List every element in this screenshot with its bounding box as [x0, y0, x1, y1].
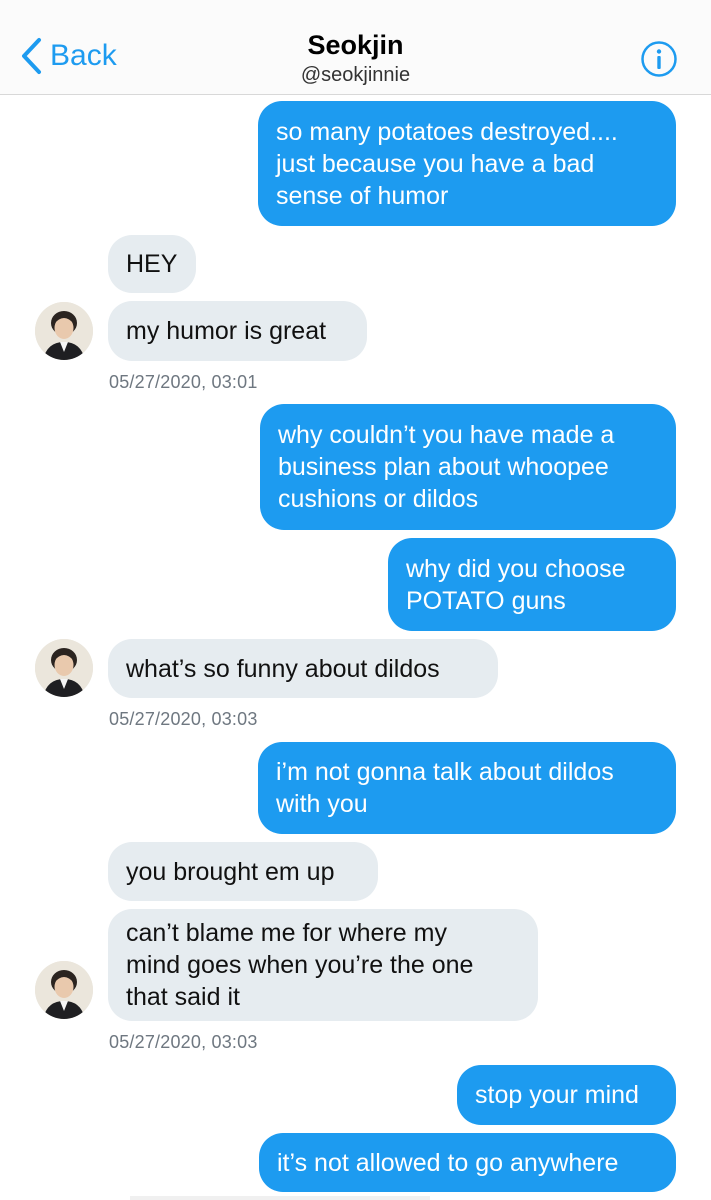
message-line: business plan about whoopee: [278, 453, 609, 481]
conversation-header: Back Seokjin @seokjinnie: [0, 0, 711, 95]
received-message-bubble[interactable]: you brought em up: [108, 842, 378, 901]
contact-handle: @seokjinnie: [300, 64, 411, 86]
message-line: cushions or dildos: [278, 485, 479, 513]
message-line: it’s not allowed to go anywhere: [277, 1148, 619, 1177]
message-line: sense of humor: [276, 181, 449, 210]
info-icon[interactable]: [640, 40, 678, 78]
contact-avatar[interactable]: [35, 639, 93, 697]
message-line: what’s so funny about dildos: [126, 654, 440, 683]
sent-message-bubble[interactable]: why couldn’t you have made a business pl…: [260, 404, 676, 530]
message-line: mind goes when you’re the one: [126, 951, 474, 979]
message-line: HEY: [126, 250, 178, 278]
sent-message-bubble[interactable]: stop your mind: [457, 1065, 676, 1125]
message-line: so many potatoes destroyed....: [276, 117, 618, 146]
contact-name: Seokjin: [307, 30, 404, 60]
sent-message-bubble[interactable]: i’m not gonna talk about dildos with you: [258, 742, 676, 834]
message-line: just because you have a bad: [276, 149, 595, 178]
sent-message-bubble[interactable]: so many potatoes destroyed.... just beca…: [258, 101, 676, 226]
message-line: my humor is great: [126, 317, 327, 345]
sent-message-bubble[interactable]: it’s not allowed to go anywhere: [259, 1133, 676, 1192]
received-message-bubble[interactable]: HEY: [108, 235, 196, 293]
sent-message-bubble[interactable]: why did you choose POTATO guns: [388, 538, 676, 631]
message-line: that said it: [126, 983, 240, 1011]
message-line: with you: [276, 790, 368, 818]
divider: [130, 1196, 430, 1200]
message-line: you brought em up: [126, 857, 335, 886]
message-timestamp: 05/27/2020, 03:01: [109, 372, 258, 392]
message-line: why did you choose: [406, 554, 626, 583]
received-message-bubble[interactable]: can’t blame me for where my mind goes wh…: [108, 909, 538, 1021]
contact-avatar[interactable]: [35, 961, 93, 1019]
received-message-bubble[interactable]: my humor is great: [108, 301, 367, 361]
message-line: can’t blame me for where my: [126, 919, 447, 947]
message-timestamp: 05/27/2020, 03:03: [109, 709, 258, 729]
message-line: POTATO guns: [406, 586, 566, 615]
message-timestamp: 05/27/2020, 03:03: [109, 1032, 258, 1052]
message-line: why couldn’t you have made a: [278, 421, 615, 449]
contact-avatar[interactable]: [35, 302, 93, 360]
message-line: stop your mind: [475, 1081, 639, 1109]
received-message-bubble[interactable]: what’s so funny about dildos: [108, 639, 498, 698]
message-line: i’m not gonna talk about dildos: [276, 758, 614, 786]
